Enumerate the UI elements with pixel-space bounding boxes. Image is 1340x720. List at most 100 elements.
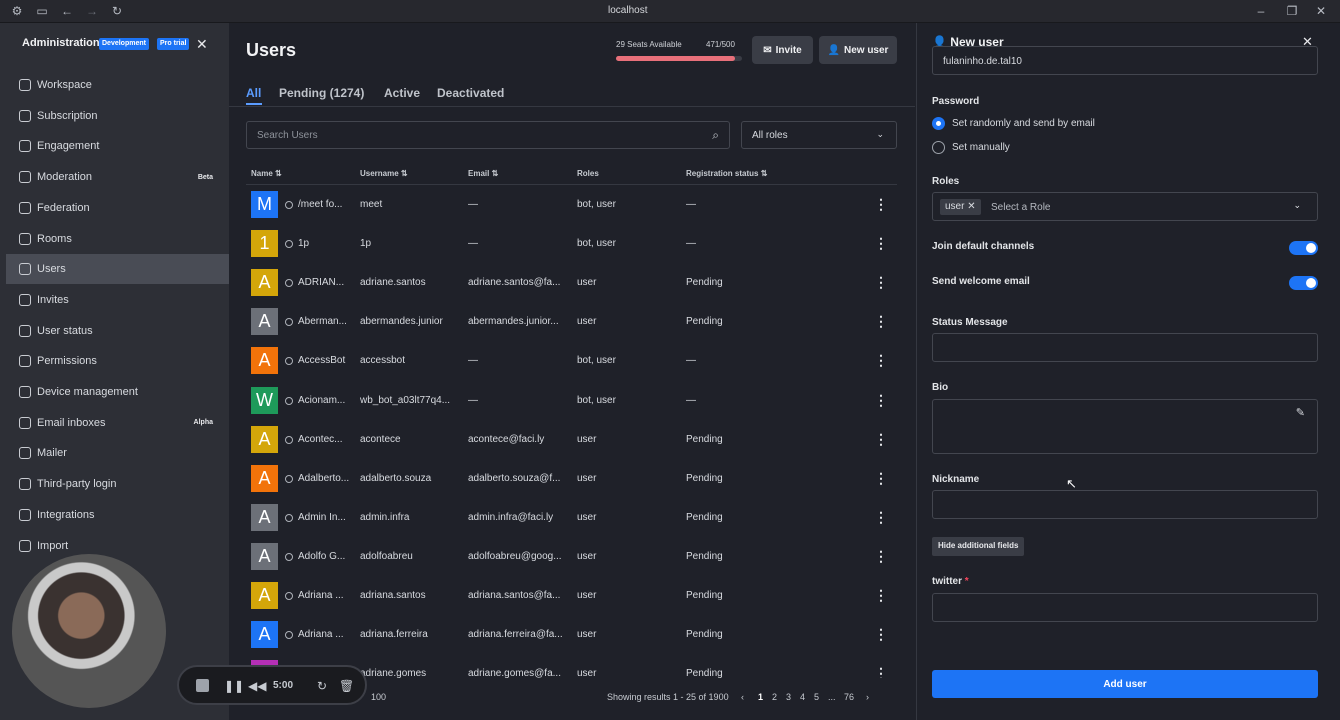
tab-all[interactable]: All	[246, 86, 261, 100]
sidebar-item-integrations[interactable]: Integrations	[6, 500, 229, 530]
col-name-label: Name	[251, 169, 273, 178]
kebab-menu-icon[interactable]: ⋮	[874, 548, 888, 565]
kebab-menu-icon[interactable]: ⋮	[874, 235, 888, 252]
kebab-menu-icon[interactable]: ⋮	[874, 665, 888, 678]
sidebar-item-device-management[interactable]: Device management	[6, 377, 229, 407]
sidebar-item-federation[interactable]: Federation	[6, 193, 229, 223]
address-bar[interactable]: localhost	[608, 5, 647, 16]
col-email[interactable]: Email ⇅	[468, 169, 498, 178]
page-link[interactable]: 76	[844, 692, 854, 702]
items-per-page[interactable]: 100	[371, 692, 386, 702]
stop-icon[interactable]	[196, 679, 209, 692]
kebab-menu-icon[interactable]: ⋮	[874, 196, 888, 213]
table-row[interactable]: A Adalberto... adalberto.souza adalberto.so…	[246, 459, 897, 498]
page-link[interactable]: 2	[772, 692, 777, 702]
sidebar-item-user-status[interactable]: User status	[6, 316, 229, 346]
table-row[interactable]: A Adriana ... adriana.santos adriana.santos…	[246, 576, 897, 615]
page-link[interactable]: 4	[800, 692, 805, 702]
tab-pending[interactable]: Pending (1274)	[279, 86, 364, 100]
join-channels-toggle[interactable]	[1289, 241, 1318, 255]
kebab-menu-icon[interactable]: ⋮	[874, 352, 888, 369]
kebab-menu-icon[interactable]: ⋮	[874, 587, 888, 604]
tab-active[interactable]: Active	[384, 86, 420, 100]
sidebar-item-users[interactable]: Users	[6, 254, 229, 285]
sidebar-item-rooms[interactable]: Rooms	[6, 224, 229, 254]
page-link[interactable]: 1	[758, 692, 763, 702]
trash-icon[interactable]: 🗑	[339, 679, 354, 693]
back-icon[interactable]: ←	[60, 4, 74, 18]
col-name[interactable]: Name ⇅	[251, 169, 282, 178]
roles-select[interactable]: user ✕ Select a Role ⌄	[932, 192, 1318, 221]
table-row[interactable]: M/meet fo... meet — bot, user — ⋮	[246, 185, 897, 224]
nickname-input[interactable]	[932, 490, 1318, 519]
table-row[interactable]: 1 1p 1p — bot, user — ⋮	[246, 224, 897, 263]
col-registration[interactable]: Registration status ⇅	[686, 169, 767, 178]
roles-filter-select[interactable]: All roles ⌄	[741, 121, 897, 149]
new-user-button[interactable]: 👤 New user	[819, 36, 897, 64]
kebab-menu-icon[interactable]: ⋮	[874, 431, 888, 448]
sidebar-item-third-party-login[interactable]: Third-party login	[6, 469, 229, 499]
kebab-menu-icon[interactable]: ⋮	[874, 626, 888, 643]
table-row[interactable]: A Acontec... acontece acontece@faci.ly user P…	[246, 420, 897, 459]
sidebar-item-import[interactable]: Import	[6, 531, 229, 561]
table-row[interactable]: A Adolfo G... adolfoabreu adolfoabreu@goog.…	[246, 537, 897, 576]
status-message-input[interactable]	[932, 333, 1318, 362]
kebab-menu-icon[interactable]: ⋮	[874, 313, 888, 330]
sidebar-item-invites[interactable]: Invites	[6, 285, 229, 315]
rewind-icon[interactable]: ◀◀	[248, 679, 266, 693]
invite-button[interactable]: ✉ Invite	[752, 36, 813, 64]
sidebar-item-permissions[interactable]: Permissions	[6, 346, 229, 376]
close-sidebar-icon[interactable]: ✕	[196, 36, 208, 53]
welcome-email-toggle[interactable]	[1289, 276, 1318, 290]
cell-status: Pending	[686, 511, 723, 523]
sidebar-item-engagement[interactable]: Engagement	[6, 131, 229, 161]
search-users-input[interactable]: Search Users ⌕	[246, 121, 730, 149]
kebab-menu-icon[interactable]: ⋮	[874, 392, 888, 409]
table-row[interactable]: A Admin In... admin.infra admin.infra@faci.…	[246, 498, 897, 537]
browser-menu-icon[interactable]: ⚙	[10, 4, 24, 18]
bio-textarea[interactable]: ✎	[932, 399, 1318, 454]
role-chip-label: user	[945, 201, 965, 212]
pause-icon[interactable]: ❚❚	[224, 679, 244, 693]
minimize-icon[interactable]: –	[1254, 4, 1268, 18]
sidebar-item-moderation[interactable]: Moderation Beta	[6, 162, 229, 192]
welcome-email-label: Send welcome email	[932, 276, 1030, 287]
table-row[interactable]: A Adriana ... adriana.ferreira adriana.ferr…	[246, 615, 897, 654]
next-page-icon[interactable]: ›	[866, 692, 869, 702]
sidebar-item-subscription[interactable]: Subscription	[6, 101, 229, 131]
sidebar-item-email-inboxes[interactable]: Email inboxes Alpha	[6, 408, 229, 438]
email-field[interactable]: fulaninho.de.tal10	[932, 46, 1318, 75]
tab-deactivated[interactable]: Deactivated	[437, 86, 504, 100]
kebab-menu-icon[interactable]: ⋮	[874, 470, 888, 487]
role-chip-user[interactable]: user ✕	[940, 199, 981, 215]
close-window-icon[interactable]: ✕	[1314, 4, 1328, 18]
radio-set-randomly[interactable]	[932, 117, 945, 130]
radio-set-manually[interactable]	[932, 141, 945, 154]
reload-icon[interactable]: ↻	[110, 4, 124, 18]
sidebar-toggle-icon[interactable]: ▭	[35, 4, 49, 18]
mouse-cursor-icon: ↖	[1066, 476, 1077, 491]
restart-icon[interactable]: ↻	[317, 679, 327, 693]
prev-page-icon[interactable]: ‹	[741, 692, 744, 702]
table-row[interactable]: A AccessBot accessbot — bot, user — ⋮	[246, 341, 897, 380]
status-indicator-icon	[285, 357, 293, 366]
sidebar-item-workspace[interactable]: Workspace	[6, 70, 229, 100]
kebab-menu-icon[interactable]: ⋮	[874, 274, 888, 291]
cell-email: adriane.gomes@fa...	[468, 668, 561, 679]
sidebar-item-mailer[interactable]: Mailer	[6, 438, 229, 468]
page-link[interactable]: 3	[786, 692, 791, 702]
maximize-icon[interactable]: ❐	[1285, 4, 1299, 18]
col-username[interactable]: Username ⇅	[360, 169, 408, 178]
table-row[interactable]: W Acionam... wb_bot_a03lt77q4... — bot, user…	[246, 381, 897, 420]
forward-icon[interactable]: →	[85, 4, 99, 18]
table-row[interactable]: A Aberman... abermandes.junior abermandes.j…	[246, 302, 897, 341]
add-user-button[interactable]: Add user	[932, 670, 1318, 698]
edit-icon[interactable]: ✎	[1296, 406, 1305, 419]
remove-chip-icon[interactable]: ✕	[967, 201, 975, 212]
kebab-menu-icon[interactable]: ⋮	[874, 509, 888, 526]
table-row[interactable]: A ADRIAN... adriane.santos adriane.santos@f…	[246, 263, 897, 302]
hide-additional-fields-button[interactable]: Hide additional fields	[932, 537, 1025, 556]
twitter-input[interactable]	[932, 593, 1318, 622]
page-link[interactable]: 5	[814, 692, 819, 702]
avatar: 1	[251, 230, 278, 258]
